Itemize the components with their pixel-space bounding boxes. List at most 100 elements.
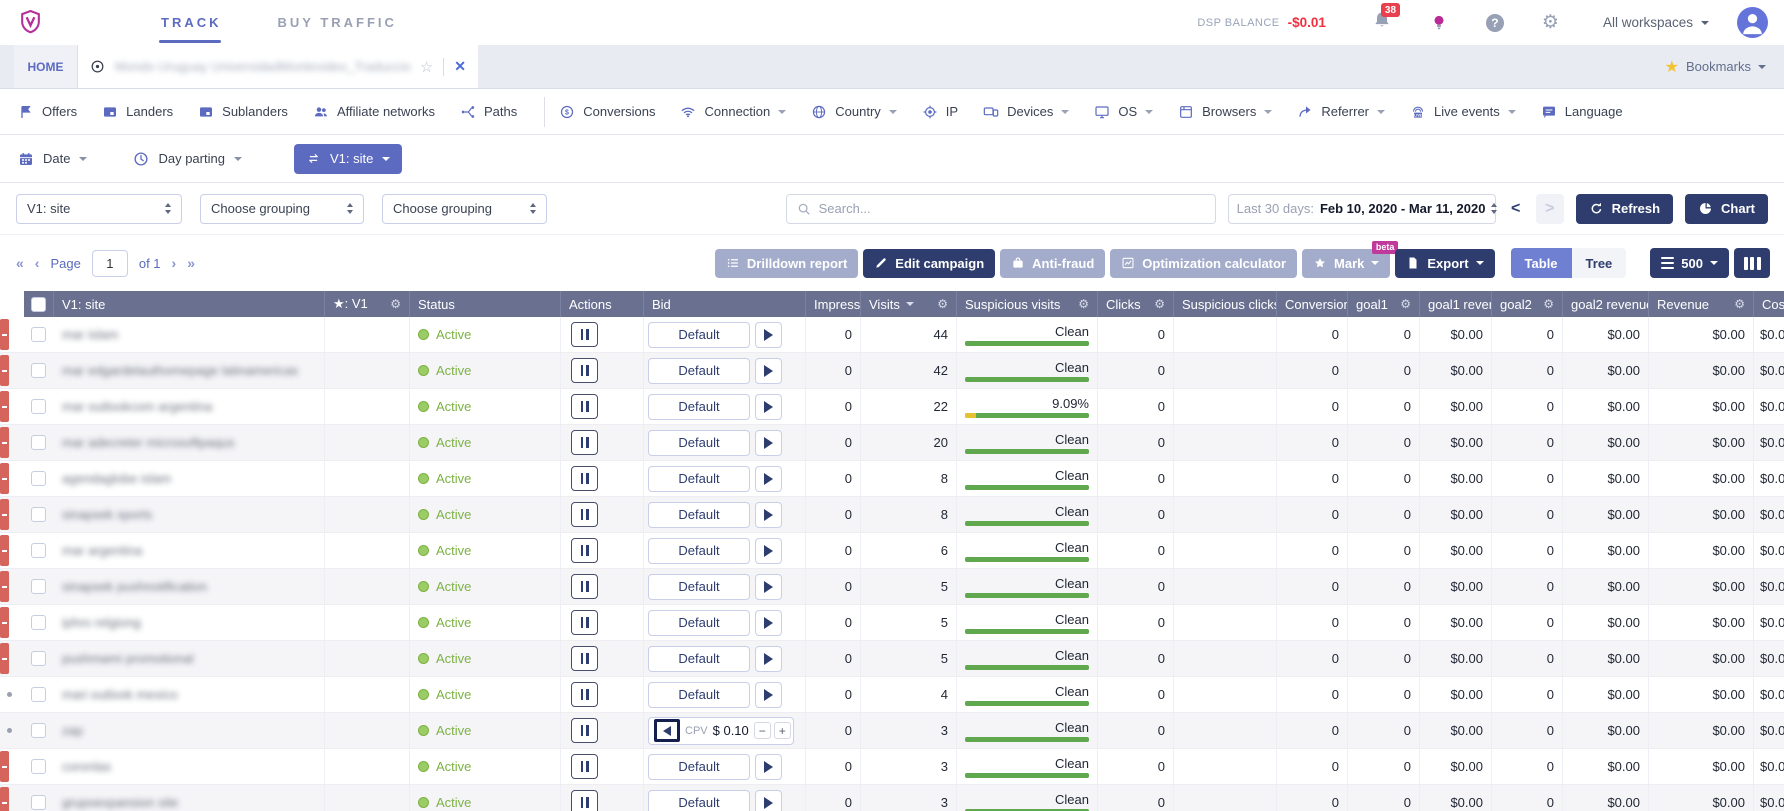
bid-collapse-button[interactable] [654,719,680,742]
site-name-cell[interactable]: mar islam [54,317,325,352]
bid-expand-button[interactable] [755,645,782,672]
column-header-clicks[interactable]: Clicks ⚙ [1098,291,1174,317]
next-page-button[interactable]: › [172,255,177,271]
column-gear-icon[interactable]: ⚙ [1400,297,1411,311]
column-header-actions[interactable]: Actions [561,291,644,317]
row-remove-marker[interactable] [0,355,9,386]
pause-button[interactable] [571,574,598,599]
row-remove-marker[interactable] [0,787,9,811]
bid-default-button[interactable]: Default [648,573,750,600]
optimization-calculator-button[interactable]: Optimization calculator [1110,248,1298,278]
row-checkbox[interactable] [31,579,46,594]
filter-offers[interactable]: Offers [18,104,77,120]
filter-devices[interactable]: Devices [983,104,1070,120]
row-checkbox[interactable] [31,471,46,486]
row-checkbox[interactable] [31,363,46,378]
site-name-cell[interactable]: zap [54,713,325,748]
bid-increase-button[interactable]: + [773,722,791,739]
bid-default-button[interactable]: Default [648,537,750,564]
date-dropdown[interactable]: Date [18,151,88,167]
whats-new-bulb-icon[interactable] [1430,12,1448,34]
column-gear-icon[interactable]: ⚙ [1078,297,1089,311]
row-remove-marker[interactable] [0,643,9,674]
site-name-cell[interactable]: mar adecreter microsoftpaqus [54,425,325,460]
columns-settings-button[interactable] [1734,248,1770,278]
row-checkbox[interactable] [31,543,46,558]
notifications-button[interactable]: 38 [1372,3,1401,35]
first-page-button[interactable]: « [16,255,24,271]
row-remove-marker[interactable] [0,751,9,782]
nav-buy-traffic[interactable]: BUY TRAFFIC [278,15,397,30]
pause-button[interactable] [571,430,598,455]
mark-button[interactable]: Mark beta [1302,240,1399,278]
bid-default-button[interactable]: Default [648,465,750,492]
row-checkbox[interactable] [31,399,46,414]
bid-expand-button[interactable] [755,609,782,636]
bid-default-button[interactable]: Default [648,753,750,780]
row-remove-marker[interactable] [0,535,9,566]
site-name-cell[interactable]: mari outlook mexico [54,677,325,712]
pause-button[interactable] [571,538,598,563]
bid-expand-button[interactable] [755,429,782,456]
site-name-cell[interactable]: iphro relgiong [54,605,325,640]
bid-expand-button[interactable] [755,537,782,564]
chart-button[interactable]: Chart [1685,193,1768,224]
row-checkbox[interactable] [31,327,46,342]
anti-fraud-button[interactable]: Anti-fraud [1000,248,1106,278]
edit-campaign-button[interactable]: Edit campaign [863,248,996,278]
pause-button[interactable] [571,790,598,811]
filter-connection[interactable]: Connection [680,104,787,120]
row-checkbox[interactable] [31,723,46,738]
favorite-star-icon[interactable]: ☆ [420,58,433,76]
bid-expand-button[interactable] [755,393,782,420]
filter-referrer[interactable]: Referrer [1297,104,1386,120]
bid-expand-button[interactable] [755,753,782,780]
site-name-cell[interactable]: mar outlookcom argentina [54,389,325,424]
bid-expand-button[interactable] [755,465,782,492]
pause-button[interactable] [571,682,598,707]
row-checkbox[interactable] [31,651,46,666]
row-remove-marker[interactable] [0,427,9,458]
bookmarks-dropdown[interactable]: ★ Bookmarks [1665,45,1766,88]
pause-button[interactable] [571,754,598,779]
rows-per-page-button[interactable]: 500 [1650,248,1729,278]
column-header-conversions[interactable]: Conversions [1277,291,1348,317]
settings-gear-icon[interactable]: ⚙ [1542,13,1559,32]
row-remove-marker[interactable] [0,391,9,422]
date-range-picker[interactable]: Last 30 days: Feb 10, 2020 - Mar 11, 202… [1227,193,1498,224]
filter-landers[interactable]: Landers [102,104,173,120]
bid-expand-button[interactable] [755,681,782,708]
day-parting-dropdown[interactable]: Day parting [133,151,242,167]
site-name-cell[interactable]: coronlas [54,749,325,784]
column-header-suspicious-visits[interactable]: Suspicious visits ⚙ [957,291,1098,317]
refresh-button[interactable]: Refresh [1575,193,1674,224]
bid-default-button[interactable]: Default [648,393,750,420]
bid-default-button[interactable]: Default [648,357,750,384]
column-gear-icon[interactable]: ⚙ [937,297,948,311]
row-remove-marker[interactable] [0,319,9,350]
workspaces-dropdown[interactable]: All workspaces [1603,15,1709,30]
column-header-goal1-revenue[interactable]: goal1 revenue [1420,291,1492,317]
site-name-cell[interactable]: mar argentina [54,533,325,568]
page-input[interactable] [91,249,128,277]
export-button[interactable]: Export [1395,248,1495,278]
column-gear-icon[interactable]: ⚙ [390,297,401,311]
bid-value[interactable]: $ 0.10 [713,723,749,738]
site-name-cell[interactable]: sinapsek pushnotification [54,569,325,604]
row-checkbox[interactable] [31,507,46,522]
pause-button[interactable] [571,466,598,491]
filter-live-events[interactable]: LIVE Live events [1410,104,1516,120]
pause-button[interactable] [571,358,598,383]
row-checkbox[interactable] [31,615,46,630]
filter-sublanders[interactable]: Sublanders [198,104,288,120]
site-name-cell[interactable]: sinapsek sports [54,497,325,532]
prev-page-button[interactable]: ‹ [35,255,40,271]
column-header-status[interactable]: Status [410,291,561,317]
nav-track[interactable]: TRACK [159,15,222,43]
filter-browsers[interactable]: Browsers [1178,104,1273,120]
column-header-suspicious-clicks[interactable]: Suspicious clicks [1174,291,1277,317]
site-name-cell[interactable]: grupoexpansion site [54,785,325,811]
bid-default-button[interactable]: Default [648,501,750,528]
filter-ip[interactable]: IP [922,104,958,120]
bid-default-button[interactable]: Default [648,645,750,672]
